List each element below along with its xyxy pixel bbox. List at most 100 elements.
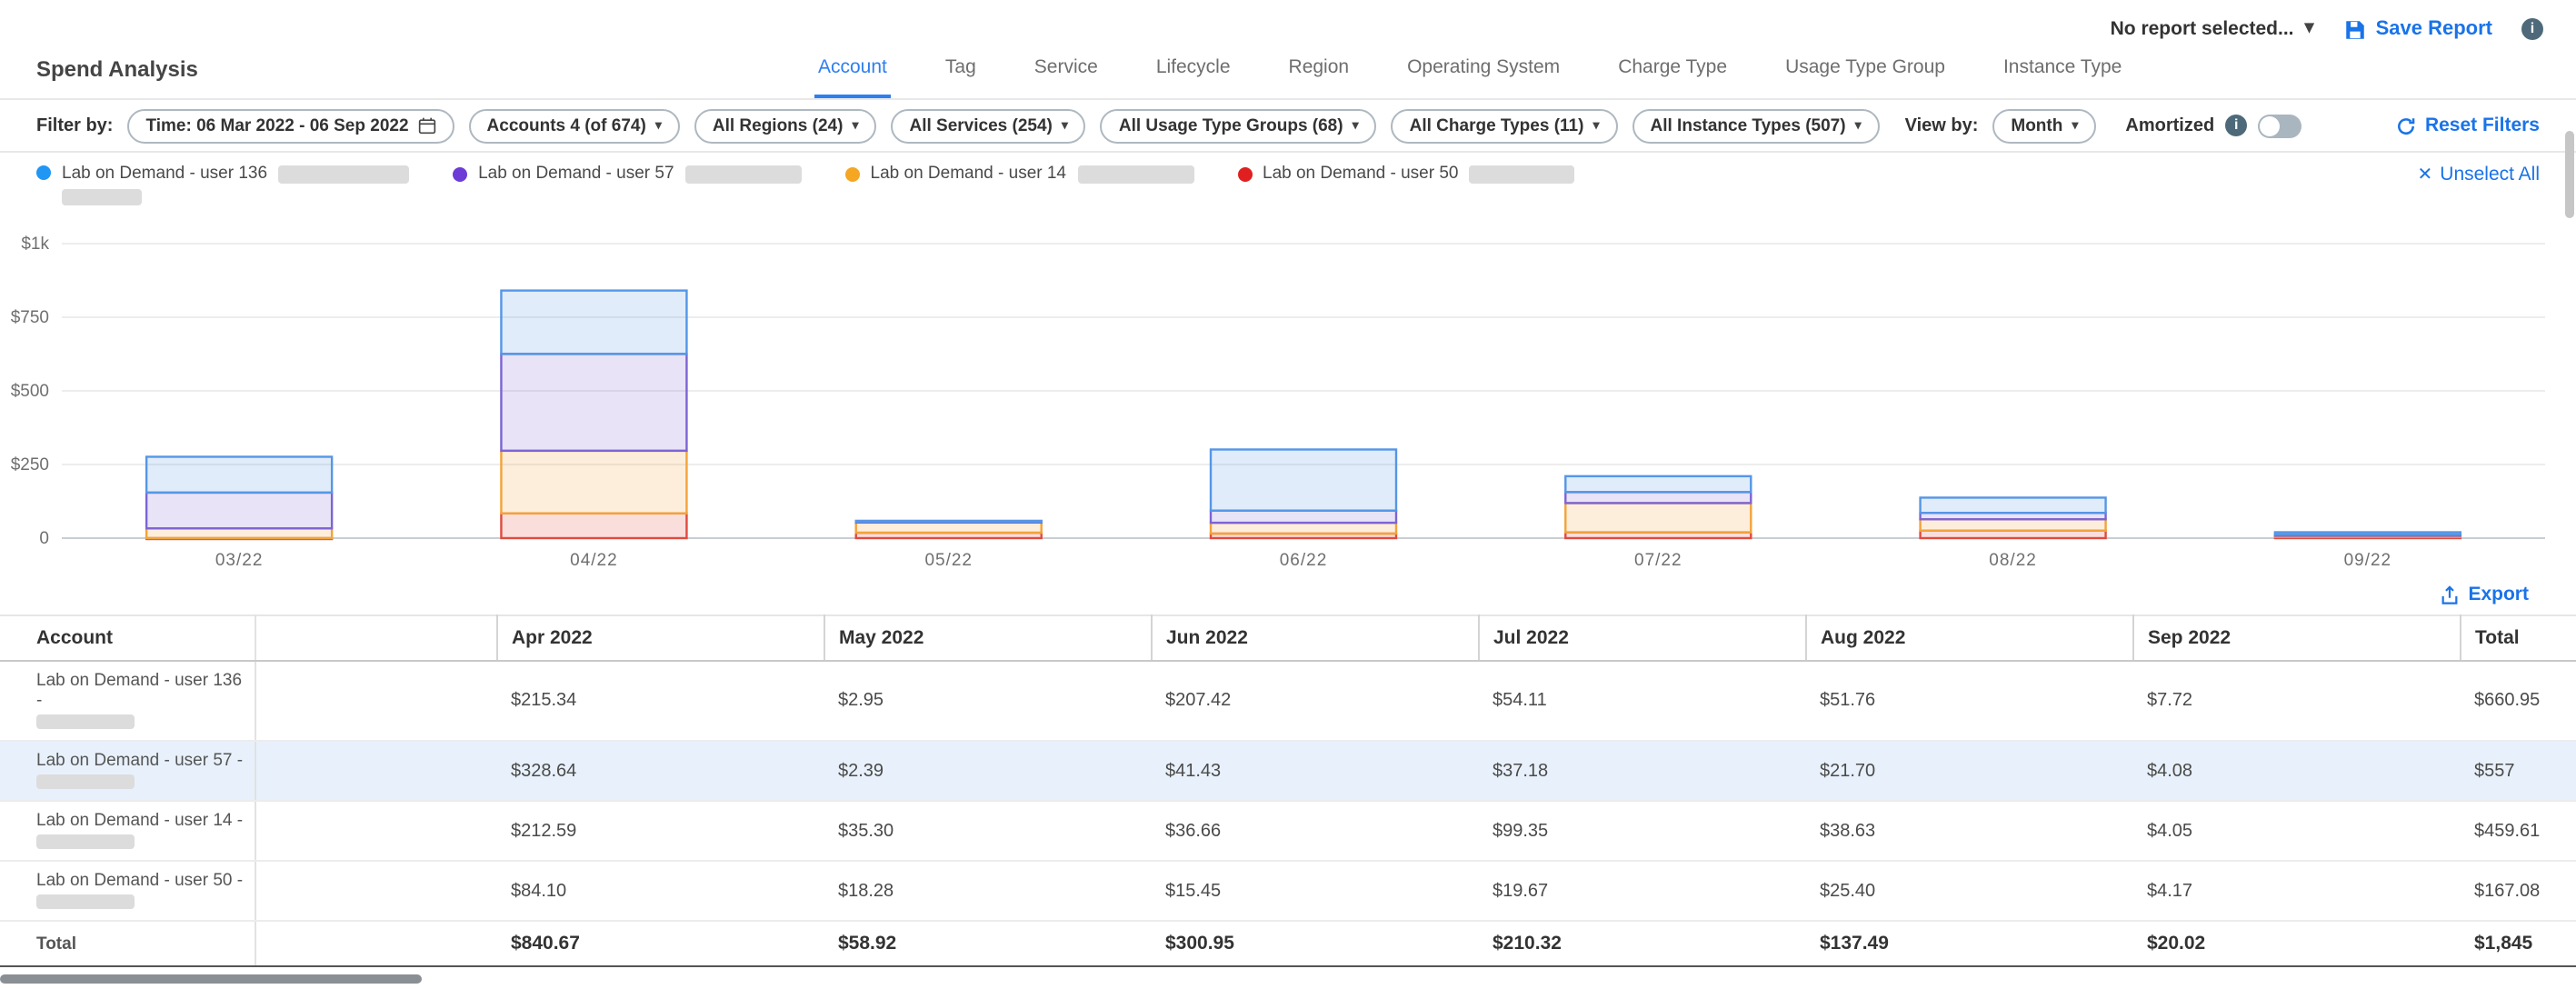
tab-region[interactable]: Region: [1285, 56, 1353, 98]
tab-tag[interactable]: Tag: [942, 56, 980, 98]
column-header[interactable]: Jul 2022: [1478, 615, 1805, 661]
cell: $4.05: [2132, 801, 2460, 861]
bar-segment[interactable]: [1921, 531, 2106, 538]
redacted-text: [36, 715, 135, 730]
bar-segment[interactable]: [146, 456, 332, 492]
tab-service[interactable]: Service: [1031, 56, 1102, 98]
chevron-down-icon: ▾: [1353, 119, 1359, 132]
view-by-value: Month: [2011, 115, 2062, 135]
cell-total: $459.61: [2460, 801, 2576, 861]
x-axis-label: 06/22: [1280, 551, 1328, 570]
bar-segment[interactable]: [1921, 519, 2106, 531]
bar-segment[interactable]: [856, 521, 1042, 522]
cell-total: $167.08: [2460, 861, 2576, 921]
report-selector[interactable]: No report selected... ▾: [2111, 18, 2314, 40]
cell: $15.45: [1151, 861, 1478, 921]
x-axis-label: 04/22: [570, 551, 618, 570]
reset-filters-button[interactable]: Reset Filters: [2396, 115, 2540, 136]
bar-segment[interactable]: [1565, 503, 1751, 532]
bar-segment[interactable]: [501, 354, 686, 450]
tab-charge-type[interactable]: Charge Type: [1614, 56, 1731, 98]
filter-regions[interactable]: All Regions (24) ▾: [694, 108, 877, 143]
tab-lifecycle[interactable]: Lifecycle: [1153, 56, 1234, 98]
tab-usage-type-group[interactable]: Usage Type Group: [1782, 56, 1949, 98]
bar-segment[interactable]: [146, 528, 332, 538]
view-by-select[interactable]: Month▾: [1992, 108, 2096, 143]
bar-segment[interactable]: [2275, 533, 2461, 535]
bar-segment[interactable]: [1211, 511, 1396, 523]
cell: $2.39: [824, 741, 1151, 801]
legend-label: Lab on Demand - user 136: [62, 164, 267, 184]
total-cell: $137.49: [1805, 921, 2132, 966]
bar-segment[interactable]: [1565, 476, 1751, 493]
table-row[interactable]: Lab on Demand - user 57 - $328.64 $2.39 …: [0, 741, 2576, 801]
legend-item[interactable]: Lab on Demand - user 50: [1237, 164, 1574, 184]
x-axis-label: 09/22: [2344, 551, 2392, 570]
amortized-toggle[interactable]: [2258, 114, 2301, 137]
bar-segment[interactable]: [856, 523, 1042, 533]
unselect-all-button[interactable]: ✕ Unselect All: [2418, 164, 2541, 185]
bar-segment[interactable]: [1921, 497, 2106, 513]
export-bar: Export: [0, 578, 2576, 614]
column-header[interactable]: Apr 2022: [496, 615, 824, 661]
column-header-account[interactable]: Account: [0, 615, 255, 661]
filter-time[interactable]: Time: 06 Mar 2022 - 06 Sep 2022: [127, 108, 454, 143]
export-button[interactable]: Export: [2439, 584, 2529, 605]
save-report-label: Save Report: [2376, 18, 2492, 40]
tab-operating-system[interactable]: Operating System: [1403, 56, 1563, 98]
bar-segment[interactable]: [146, 493, 332, 528]
save-report-button[interactable]: Save Report: [2343, 17, 2492, 41]
cell: $328.64: [496, 741, 824, 801]
vertical-scrollbar-thumb[interactable]: [2565, 131, 2574, 218]
column-header[interactable]: May 2022: [824, 615, 1151, 661]
legend-item[interactable]: Lab on Demand - user 136: [36, 164, 409, 205]
table-row[interactable]: Lab on Demand - user 14 - $212.59 $35.30…: [0, 801, 2576, 861]
tab-instance-type[interactable]: Instance Type: [2000, 56, 2125, 98]
cell: $21.70: [1805, 741, 2132, 801]
filter-charge-types[interactable]: All Charge Types (11)▾: [1392, 108, 1618, 143]
legend-item[interactable]: Lab on Demand - user 14: [845, 164, 1193, 184]
chevron-down-icon: ▾: [2305, 20, 2314, 38]
spend-chart-section: $1k$750$500$250003/2204/2205/2206/2207/2…: [0, 215, 2576, 578]
view-by-label: View by:: [1905, 115, 1979, 135]
cell: $4.08: [2132, 741, 2460, 801]
column-header[interactable]: Sep 2022: [2132, 615, 2460, 661]
info-icon[interactable]: i: [2521, 18, 2543, 40]
total-cell: $58.92: [824, 921, 1151, 966]
cell: $212.59: [496, 801, 824, 861]
chevron-down-icon: ▾: [852, 119, 858, 132]
bar-segment[interactable]: [501, 291, 686, 355]
chevron-down-icon: ▾: [1593, 119, 1599, 132]
y-axis-label: 0: [39, 529, 49, 548]
account-name: Lab on Demand - user 136 -: [36, 671, 246, 711]
filter-instance-types[interactable]: All Instance Types (507)▾: [1632, 108, 1880, 143]
legend-dot: [36, 165, 51, 180]
bar-segment[interactable]: [1211, 523, 1396, 534]
legend-item[interactable]: Lab on Demand - user 57: [453, 164, 801, 184]
column-header[interactable]: Aug 2022: [1805, 615, 2132, 661]
horizontal-scrollbar-thumb[interactable]: [0, 974, 422, 984]
bar-segment[interactable]: [1565, 492, 1751, 503]
table-row[interactable]: Lab on Demand - user 50 - $84.10 $18.28 …: [0, 861, 2576, 921]
filter-regions-label: All Regions (24): [713, 115, 844, 135]
legend-dot: [453, 167, 467, 182]
amortized-label: Amortized: [2125, 115, 2214, 135]
bar-segment[interactable]: [1211, 449, 1396, 510]
spend-table: Account Apr 2022 May 2022 Jun 2022 Jul 2…: [0, 614, 2576, 967]
filter-accounts[interactable]: Accounts 4 (of 674)▾: [469, 108, 680, 143]
spend-chart: $1k$750$500$250003/2204/2205/2206/2207/2…: [0, 215, 2576, 578]
bar-segment[interactable]: [501, 451, 686, 514]
filter-services[interactable]: All Services (254)▾: [891, 108, 1085, 143]
export-icon: [2439, 584, 2459, 604]
bar-segment[interactable]: [501, 514, 686, 538]
cell: $38.63: [1805, 801, 2132, 861]
column-header-total[interactable]: Total: [2460, 615, 2576, 661]
tab-account[interactable]: Account: [814, 56, 891, 98]
filter-usage-type-groups[interactable]: All Usage Type Groups (68)▾: [1101, 108, 1377, 143]
table-row[interactable]: Lab on Demand - user 136 - $215.34 $2.95…: [0, 661, 2576, 741]
cell: $215.34: [496, 661, 824, 741]
cell: $4.17: [2132, 861, 2460, 921]
info-icon[interactable]: i: [2225, 115, 2247, 136]
column-header[interactable]: Jun 2022: [1151, 615, 1478, 661]
y-axis-label: $500: [11, 382, 49, 401]
